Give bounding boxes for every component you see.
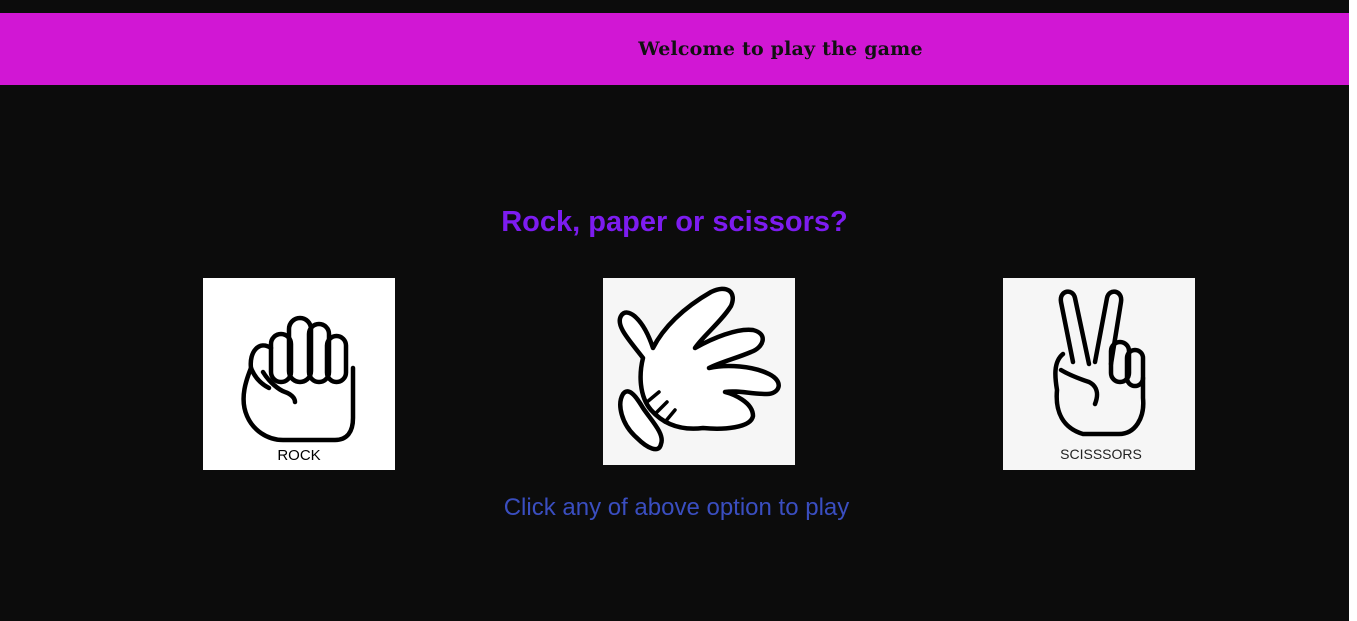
play-hint: Click any of above option to play bbox=[503, 494, 850, 521]
header-bar: Welcome to play the game bbox=[0, 13, 1349, 85]
scissors-choice-button[interactable]: SCISSSORS bbox=[1003, 278, 1195, 470]
game-page: Welcome to play the game Rock, paper or … bbox=[0, 0, 1357, 621]
rock-choice-button[interactable]: ROCK bbox=[203, 278, 395, 470]
rock-caption: ROCK bbox=[277, 447, 320, 464]
game-question: Rock, paper or scissors? bbox=[501, 206, 848, 238]
paper-choice-button[interactable] bbox=[603, 278, 795, 465]
rock-hand-icon: ROCK bbox=[241, 315, 356, 464]
scissors-caption: SCISSSORS bbox=[1060, 446, 1142, 462]
scrollbar-edge bbox=[1349, 0, 1357, 621]
page-title: Welcome to play the game bbox=[638, 38, 923, 60]
paper-hand-icon bbox=[617, 286, 781, 452]
scissors-hand-icon: SCISSSORS bbox=[1053, 289, 1146, 462]
